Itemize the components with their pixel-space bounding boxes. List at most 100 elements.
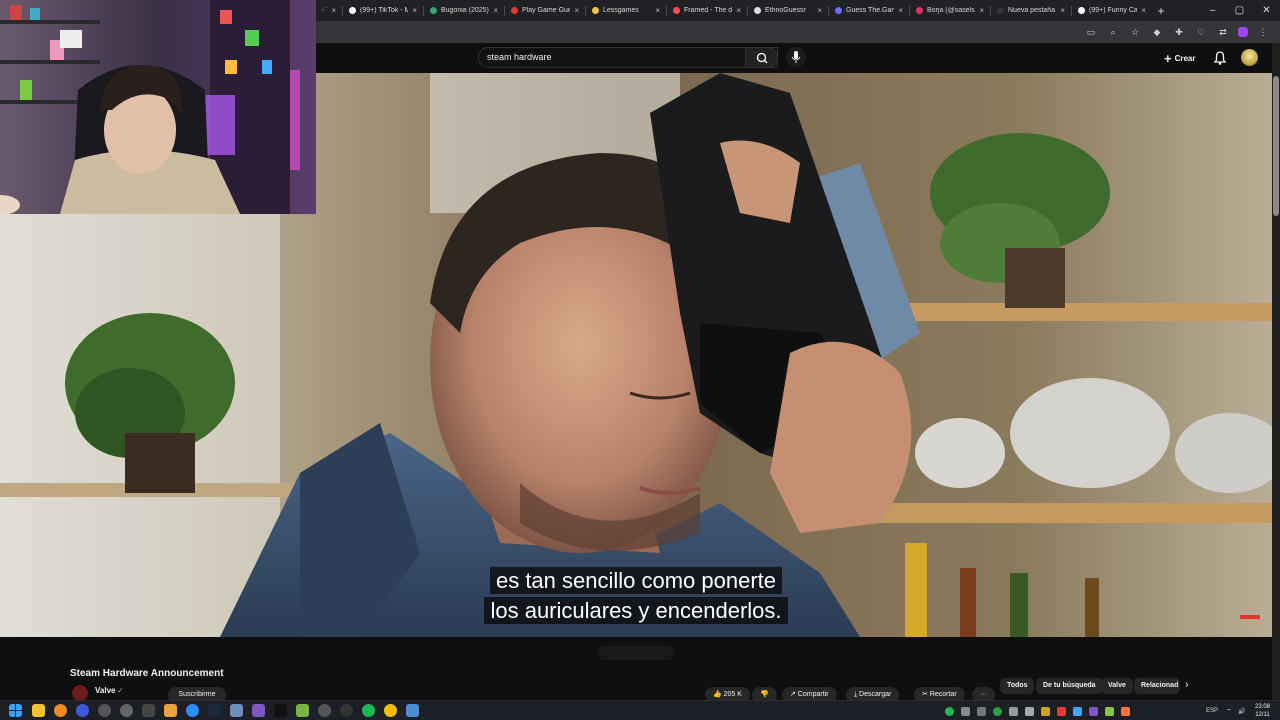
spotify-icon[interactable] xyxy=(362,704,375,717)
tab-close-icon[interactable]: × xyxy=(1137,6,1146,15)
app-icon-3[interactable] xyxy=(142,704,155,717)
tab-close-icon[interactable]: × xyxy=(894,6,903,15)
app-icon-7[interactable] xyxy=(252,704,265,717)
browser-tab[interactable]: Bugonia (2025) d× xyxy=(424,1,504,20)
chip-valve[interactable]: Valve xyxy=(1101,678,1133,694)
tray-icon-4[interactable] xyxy=(1009,706,1018,716)
tab-label: Framed - The da xyxy=(684,7,733,14)
new-tab-button[interactable]: + xyxy=(1152,4,1170,18)
volume-icon[interactable]: 🔊 xyxy=(1238,701,1245,720)
maximize-button[interactable]: ▢ xyxy=(1226,0,1253,21)
tray-icon-2[interactable] xyxy=(977,706,986,716)
notifications-bell-icon[interactable] xyxy=(1212,50,1228,66)
tab-close-icon[interactable]: × xyxy=(570,6,579,15)
browser-tab[interactable]: (99+) TikTok - Ma× xyxy=(343,1,423,20)
browser-tab[interactable]: (99+) Funny Cat × xyxy=(1072,1,1152,20)
tab-label: Borja (@saselseg xyxy=(927,7,975,14)
browser-tab[interactable]: Nueva pestaña × xyxy=(991,1,1071,20)
tab-favicon-icon xyxy=(592,7,599,14)
tray-icon-6[interactable] xyxy=(1041,706,1050,716)
tray-icon-9[interactable] xyxy=(1089,706,1098,716)
chip-from-search[interactable]: De tu búsqueda xyxy=(1036,678,1103,694)
tab-close-icon[interactable]: × xyxy=(651,6,660,15)
voice-search-button[interactable] xyxy=(786,47,806,67)
tab-close-icon[interactable]: × xyxy=(489,6,498,15)
browser-tab[interactable]: - Ta× xyxy=(316,1,342,20)
file-explorer-icon[interactable] xyxy=(32,704,45,717)
tray-icon-8[interactable] xyxy=(1073,706,1082,716)
language-indicator[interactable]: ESP xyxy=(1206,701,1218,720)
app-icon-10[interactable] xyxy=(406,704,419,717)
chips-next-icon[interactable]: › xyxy=(1185,679,1189,691)
tray-icon-5[interactable] xyxy=(1025,706,1034,716)
vpn-icon[interactable] xyxy=(76,704,89,717)
menu-icon[interactable]: ⋮ xyxy=(1256,25,1270,39)
browser-tab[interactable]: Framed - The da × xyxy=(667,1,747,20)
tab-close-icon[interactable]: × xyxy=(408,6,417,15)
system-tray xyxy=(945,701,1130,720)
user-avatar[interactable] xyxy=(1241,49,1258,66)
extension-2-icon[interactable]: ⇄ xyxy=(1216,25,1230,39)
zoom-icon[interactable]: ⌕ xyxy=(1106,25,1120,39)
app-icon-9[interactable] xyxy=(318,704,331,717)
network-icon[interactable]: ⌔ xyxy=(1226,701,1232,720)
subtitle-line-2: los auriculares y encenderlos. xyxy=(0,597,1272,624)
windows-taskbar: ESP ⌔ 🔊 23:08 12/11 xyxy=(0,700,1280,720)
app-icon-1[interactable] xyxy=(98,704,111,717)
chrome-icon[interactable] xyxy=(384,704,397,717)
tab-label: EthnoGuessr xyxy=(765,7,806,14)
tab-close-icon[interactable]: × xyxy=(975,6,984,15)
tab-label: Play Game Guess xyxy=(522,7,571,14)
tray-icon-1[interactable] xyxy=(961,706,970,716)
app-icon-5[interactable] xyxy=(186,704,199,717)
extension-icon[interactable]: ◆ xyxy=(1150,25,1164,39)
tray-spotify-icon[interactable] xyxy=(945,706,954,716)
tray-icon-11[interactable] xyxy=(1121,706,1130,716)
verified-icon: ✓ xyxy=(117,686,124,695)
tab-close-icon[interactable]: × xyxy=(1056,6,1065,15)
minimize-button[interactable]: – xyxy=(1199,0,1226,21)
browser-tab[interactable]: Borja (@saselseg× xyxy=(910,1,990,20)
channel-name[interactable]: Valve xyxy=(95,686,115,695)
tab-close-icon[interactable]: × xyxy=(327,6,336,15)
tab-favicon-icon xyxy=(430,7,437,14)
search-input[interactable]: steam hardware × xyxy=(478,47,778,68)
app-icon-8[interactable] xyxy=(296,704,309,717)
clock-time: 23:08 xyxy=(1254,704,1270,710)
plus-icon: + xyxy=(1164,50,1172,66)
tray-icon-7[interactable] xyxy=(1057,706,1066,716)
star-icon[interactable]: ☆ xyxy=(1128,25,1142,39)
browser-tab[interactable]: Play Game Guess× xyxy=(505,1,585,20)
tab-label: Nueva pestaña xyxy=(1008,7,1056,14)
tab-label: Lessgames xyxy=(603,7,639,14)
tray-icon-3[interactable] xyxy=(993,706,1002,716)
bookmark-icon[interactable]: ♡ xyxy=(1194,25,1208,39)
profile-icon[interactable] xyxy=(1238,27,1248,37)
app-icon-6[interactable] xyxy=(230,704,243,717)
tab-close-icon[interactable]: × xyxy=(732,6,741,15)
tab-close-icon[interactable]: × xyxy=(813,6,822,15)
cast-icon[interactable]: ▭ xyxy=(1084,25,1098,39)
close-window-button[interactable]: ✕ xyxy=(1253,0,1280,21)
browser-tab[interactable]: Guess The.Game× xyxy=(829,1,909,20)
puzzle-icon[interactable]: ✚ xyxy=(1172,25,1186,39)
channel-avatar[interactable] xyxy=(72,685,88,701)
app-icon-4[interactable] xyxy=(164,704,177,717)
scrollbar-thumb[interactable] xyxy=(1273,76,1279,216)
obs-icon[interactable] xyxy=(340,704,353,717)
chip-all[interactable]: Todos xyxy=(1000,678,1035,694)
app-icon-2[interactable] xyxy=(120,704,133,717)
create-button[interactable]: + Crear xyxy=(1164,49,1196,67)
windows-start-icon[interactable] xyxy=(9,704,22,717)
search-button[interactable] xyxy=(745,47,778,68)
tiktok-icon[interactable] xyxy=(274,704,287,717)
browser-tab[interactable]: Lessgames × xyxy=(586,1,666,20)
tray-icon-10[interactable] xyxy=(1105,706,1114,716)
browser-tab[interactable]: EthnoGuessr × xyxy=(748,1,828,20)
search-app-icon[interactable] xyxy=(54,704,67,717)
drag-handle[interactable] xyxy=(598,646,674,660)
steam-icon[interactable] xyxy=(208,704,221,717)
clock[interactable]: 23:08 12/11 xyxy=(1255,703,1270,719)
search-value: steam hardware xyxy=(487,52,552,62)
chip-related[interactable]: Relacionad xyxy=(1134,678,1180,694)
